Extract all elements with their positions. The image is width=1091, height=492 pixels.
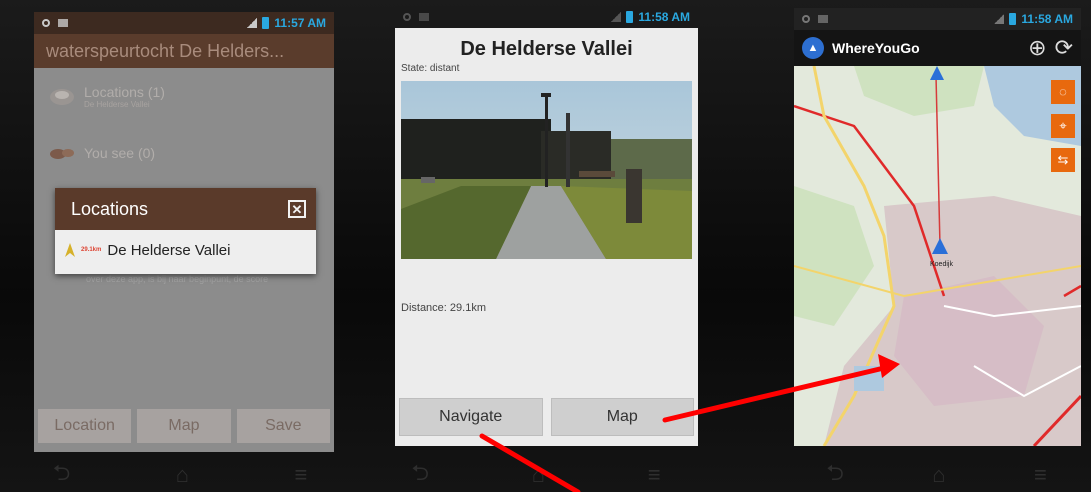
battery-icon <box>262 17 270 29</box>
navigate-button[interactable]: Navigate <box>399 398 543 436</box>
back-icon[interactable]: ⮌ <box>53 456 71 492</box>
bottom-button-bar: Navigate Map <box>399 398 694 436</box>
gps-icon <box>403 13 411 21</box>
location-title: De Helderse Vallei <box>460 38 633 60</box>
locations-dialog: Locations ✕ 29.1km De Helderse Vallei <box>55 188 316 274</box>
location-distance: Distance: 29.1km <box>401 302 486 314</box>
image-icon <box>419 13 429 21</box>
signal-icon <box>994 14 1005 24</box>
map-sign-button[interactable]: ⇆ <box>1051 148 1075 172</box>
map-button[interactable]: Map <box>550 398 694 436</box>
menu-icon[interactable]: ≡ <box>294 462 307 488</box>
location-distance: 29.1km <box>81 247 102 253</box>
bottom-button-bar: Location Map Save <box>34 409 334 443</box>
map-canvas[interactable]: Koedijk <box>794 66 1081 446</box>
app-title: WhereYouGo <box>832 40 920 56</box>
phone-screen: 11:57 AM waterspeurtocht De Helders... L… <box>34 12 334 452</box>
status-bar: 11:58 AM <box>794 8 1081 30</box>
phone-location-detail: 11:58 AM De Helderse Vallei State: dista… <box>360 0 712 492</box>
status-time: 11:58 AM <box>638 10 690 24</box>
back-icon[interactable]: ⮌ <box>826 456 844 492</box>
battery-icon <box>626 11 634 23</box>
signal-icon <box>611 12 622 22</box>
background-text: over deze app, is bij naar beginpunt, de… <box>86 274 269 284</box>
list-item-locations[interactable]: Locations (1) De Helderse Vallei <box>48 84 165 109</box>
location-state: State: distant <box>401 63 460 74</box>
status-time: 11:58 AM <box>1021 12 1073 26</box>
locations-icon <box>50 88 74 105</box>
home-icon[interactable]: ⌂ <box>176 462 189 488</box>
image-icon <box>818 15 828 23</box>
status-time: 11:57 AM <box>274 16 326 30</box>
location-button[interactable]: Location <box>38 409 132 443</box>
image-icon <box>58 19 68 27</box>
status-bar: 11:57 AM <box>34 12 334 34</box>
phone-screen: 11:58 AM ▲ WhereYouGo ⊕ ⟳ Koedijk ◌ ⌖ ⇆ <box>794 8 1081 446</box>
android-nav-bar: ⮌ ⌂ ≡ <box>360 458 712 492</box>
gps-icon <box>42 19 50 27</box>
dialog-header: Locations ✕ <box>55 188 316 230</box>
phone-screen: 11:58 AM De Helderse Vallei State: dista… <box>395 6 698 446</box>
list-item-label: Locations (1) <box>84 84 165 100</box>
refresh-icon[interactable]: ⟳ <box>1055 35 1073 61</box>
home-icon[interactable]: ⌂ <box>532 462 545 488</box>
list-item-you-see[interactable]: You see (0) <box>48 144 155 162</box>
map-layers-button[interactable]: ◌ <box>1051 80 1075 104</box>
android-nav-bar: ⮌ ⌂ ≡ <box>0 458 360 492</box>
signal-icon <box>247 18 258 28</box>
status-bar: 11:58 AM <box>395 6 698 28</box>
list-item-label: You see (0) <box>84 145 156 161</box>
save-button[interactable]: Save <box>236 409 330 443</box>
map-button[interactable]: Map <box>137 409 231 443</box>
phone-whereyougo-cartridge: 11:57 AM waterspeurtocht De Helders... L… <box>0 0 360 492</box>
menu-icon[interactable]: ≡ <box>1034 462 1047 488</box>
my-location-icon[interactable]: ⊕ <box>1028 35 1046 61</box>
app-logo-icon: ▲ <box>802 37 824 59</box>
action-bar: ▲ WhereYouGo ⊕ ⟳ <box>794 30 1081 66</box>
phone-map-view: 11:58 AM ▲ WhereYouGo ⊕ ⟳ Koedijk ◌ ⌖ ⇆ … <box>712 0 1091 492</box>
location-row[interactable]: 29.1km De Helderse Vallei <box>55 230 316 270</box>
battery-icon <box>1009 13 1017 25</box>
map-label: Koedijk <box>930 261 953 268</box>
close-icon[interactable]: ✕ <box>288 200 306 218</box>
direction-arrow-icon <box>65 243 75 257</box>
menu-icon[interactable]: ≡ <box>648 462 661 488</box>
home-icon[interactable]: ⌂ <box>932 462 945 488</box>
cartridge-title: waterspeurtocht De Helders... <box>34 34 334 68</box>
you-see-icon <box>50 149 74 159</box>
list-item-sub: De Helderse Vallei <box>84 100 150 109</box>
dialog-title: Locations <box>71 198 149 219</box>
android-nav-bar: ⮌ ⌂ ≡ <box>782 458 1091 492</box>
location-name: De Helderse Vallei <box>107 241 231 259</box>
back-icon[interactable]: ⮌ <box>411 456 429 492</box>
location-photo <box>401 81 692 259</box>
gps-icon <box>802 15 810 23</box>
map-pin-button[interactable]: ⌖ <box>1051 114 1075 138</box>
